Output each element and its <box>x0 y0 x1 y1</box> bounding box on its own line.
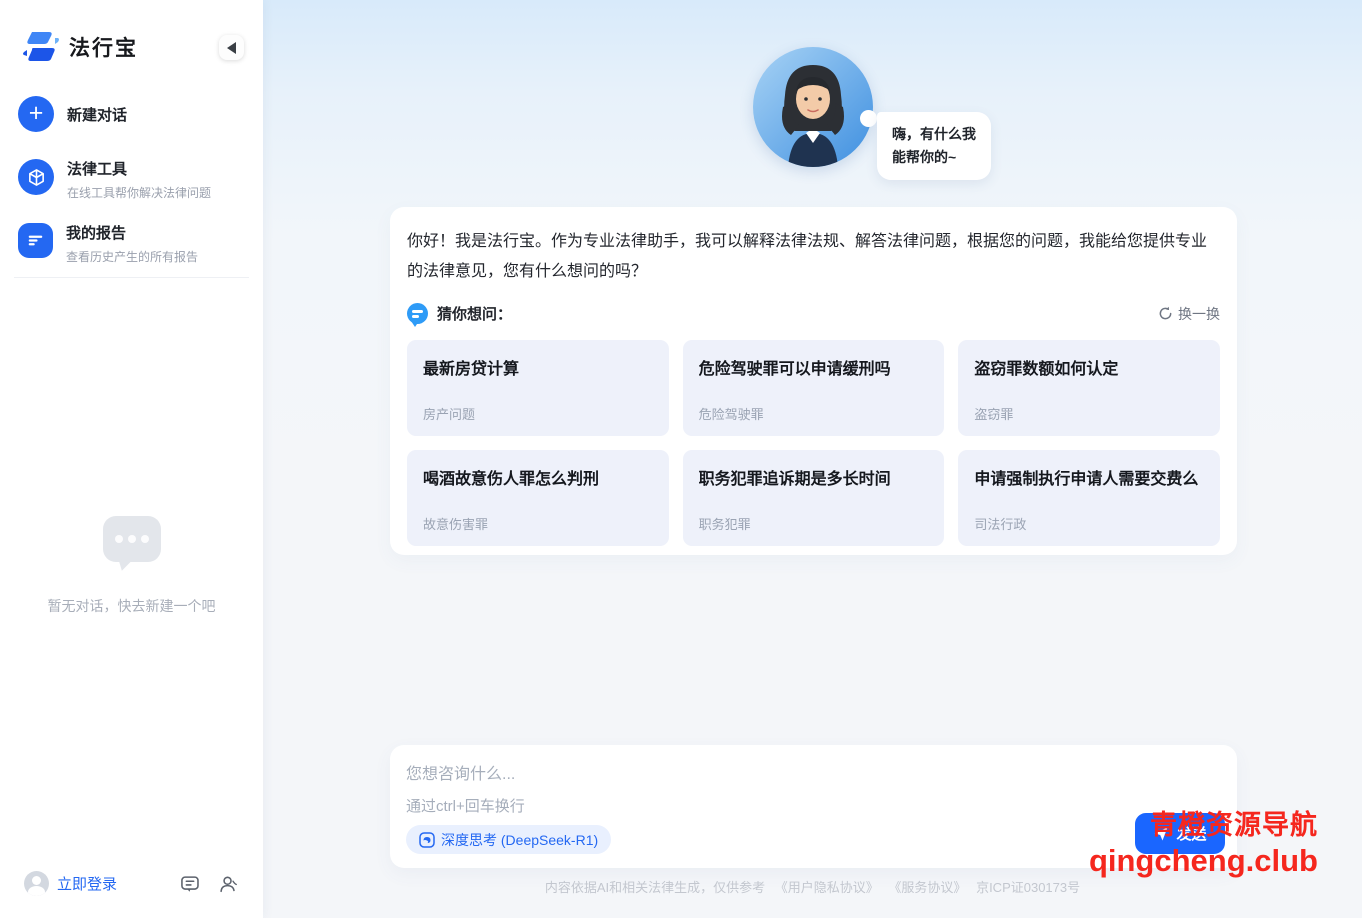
suggestion-tag: 房产问题 <box>423 407 476 422</box>
greeting-bubble: 嗨，有什么我 能帮你的~ <box>877 112 991 180</box>
composer-placeholder: 您想咨询什么... <box>406 766 516 783</box>
suggestion-title: 危险驾驶罪可以申请缓刑吗 <box>698 361 891 378</box>
profile-icon[interactable] <box>217 873 239 895</box>
suggestion-card[interactable]: 危险驾驶罪可以申请缓刑吗 危险驾驶罪 <box>682 340 945 436</box>
send-button[interactable]: 发送 <box>1135 813 1225 854</box>
legal-tools-subtitle: 在线工具帮你解决法律问题 <box>67 186 212 200</box>
suggestion-title: 最新房贷计算 <box>423 361 520 378</box>
footer-disclaimer: 内容依据AI和相关法律生成，仅供参考 <box>544 880 766 895</box>
suggestion-title: 职务犯罪追诉期是多长时间 <box>698 471 891 488</box>
empty-conversations-text: 暂无对话，快去新建一个吧 <box>47 598 216 614</box>
new-chat-button[interactable]: + 新建对话 <box>18 96 127 132</box>
suggestions-header: 猜你想问： 换一换 <box>407 303 1220 327</box>
suggestion-card[interactable]: 盗窃罪数额如何认定 盗窃罪 <box>958 340 1220 436</box>
chat-main: 嗨，有什么我 能帮你的~ 你好！我是法行宝。作为专业法律助手，我可以解释法律法规… <box>263 0 1362 918</box>
greeting-line2: 能帮你的~ <box>892 149 957 165</box>
feedback-icon[interactable] <box>179 873 201 895</box>
app-title: 法行宝 <box>69 37 138 60</box>
refresh-suggestions-button[interactable]: 换一换 <box>1158 304 1220 324</box>
privacy-policy-link[interactable]: 《用户隐私协议》 <box>775 880 879 895</box>
user-avatar-icon <box>24 871 49 896</box>
message-composer[interactable]: 您想咨询什么... 通过ctrl+回车换行 深度思考 (DeepSeek-R1)… <box>390 745 1237 868</box>
suggestion-card[interactable]: 喝酒故意伤人罪怎么判刑 故意伤害罪 <box>407 450 669 546</box>
icp-license: 京ICP证030173号 <box>976 880 1081 895</box>
service-agreement-link[interactable]: 《服务协议》 <box>888 880 966 895</box>
suggestions-label: 猜你想问： <box>437 306 513 323</box>
refresh-label: 换一换 <box>1178 305 1220 322</box>
plus-icon: + <box>18 96 54 132</box>
sidebar-divider <box>14 277 249 278</box>
model-toggle-label: 深度思考 (DeepSeek-R1) <box>441 831 599 848</box>
greeting-line1: 嗨，有什么我 <box>892 126 976 142</box>
suggestion-tag: 盗窃罪 <box>974 407 1014 422</box>
welcome-message: 你好！我是法行宝。作为专业法律助手，我可以解释法律法规、解答法律问题，根据您的问… <box>407 233 1208 280</box>
send-label: 发送 <box>1176 826 1207 843</box>
bubble-connector-dot <box>860 110 877 127</box>
sidebar-footer: 立即登录 <box>0 871 263 896</box>
chat-bubble-icon <box>102 516 161 573</box>
empty-conversations: 暂无对话，快去新建一个吧 <box>0 516 263 616</box>
new-chat-label: 新建对话 <box>67 106 128 124</box>
suggestion-tag: 危险驾驶罪 <box>698 407 764 422</box>
deepseek-icon <box>419 831 435 848</box>
app-logo-icon <box>23 32 59 61</box>
legal-tools-title: 法律工具 <box>67 161 128 178</box>
sidebar-item-my-reports[interactable]: 我的报告 查看历史产生的所有报告 <box>18 223 198 265</box>
suggestion-tag: 职务犯罪 <box>698 517 751 532</box>
sidebar-item-legal-tools[interactable]: 法律工具 在线工具帮你解决法律问题 <box>18 159 211 201</box>
suggestion-card[interactable]: 职务犯罪追诉期是多长时间 职务犯罪 <box>682 450 945 546</box>
my-reports-title: 我的报告 <box>66 225 127 242</box>
legal-footer: 内容依据AI和相关法律生成，仅供参考 《用户隐私协议》 《服务协议》 京ICP证… <box>263 877 1362 896</box>
suggestion-card[interactable]: 最新房贷计算 房产问题 <box>407 340 669 436</box>
report-icon <box>18 223 53 258</box>
refresh-icon <box>1159 306 1172 320</box>
deepthink-model-toggle[interactable]: 深度思考 (DeepSeek-R1) <box>406 825 612 854</box>
app-logo: 法行宝 <box>22 30 138 64</box>
chevron-left-icon <box>227 41 236 54</box>
suggestion-card[interactable]: 申请强制执行申请人需要交费么 司法行政 <box>958 450 1220 546</box>
suggestion-cards: 最新房贷计算 房产问题 危险驾驶罪可以申请缓刑吗 危险驾驶罪 盗窃罪数额如何认定… <box>407 340 1220 546</box>
chat-suggestion-icon <box>407 303 428 327</box>
welcome-card: 你好！我是法行宝。作为专业法律助手，我可以解释法律法规、解答法律问题，根据您的问… <box>390 207 1237 555</box>
suggestion-tag: 故意伤害罪 <box>423 517 489 532</box>
suggestion-tag: 司法行政 <box>974 517 1027 532</box>
assistant-avatar <box>753 47 873 167</box>
cube-icon <box>18 159 54 195</box>
sidebar-collapse-button[interactable] <box>219 35 244 60</box>
suggestion-title: 喝酒故意伤人罪怎么判刑 <box>423 471 600 488</box>
suggestion-title: 盗窃罪数额如何认定 <box>974 361 1119 378</box>
suggestion-title: 申请强制执行申请人需要交费么 <box>974 471 1199 488</box>
my-reports-subtitle: 查看历史产生的所有报告 <box>66 250 199 264</box>
login-button[interactable]: 立即登录 <box>57 873 117 894</box>
paper-plane-icon <box>1154 827 1168 840</box>
sidebar: 法行宝 + 新建对话 法律工具 在线工具帮你解决法律问题 我的报告 查看历史产生… <box>0 0 263 918</box>
